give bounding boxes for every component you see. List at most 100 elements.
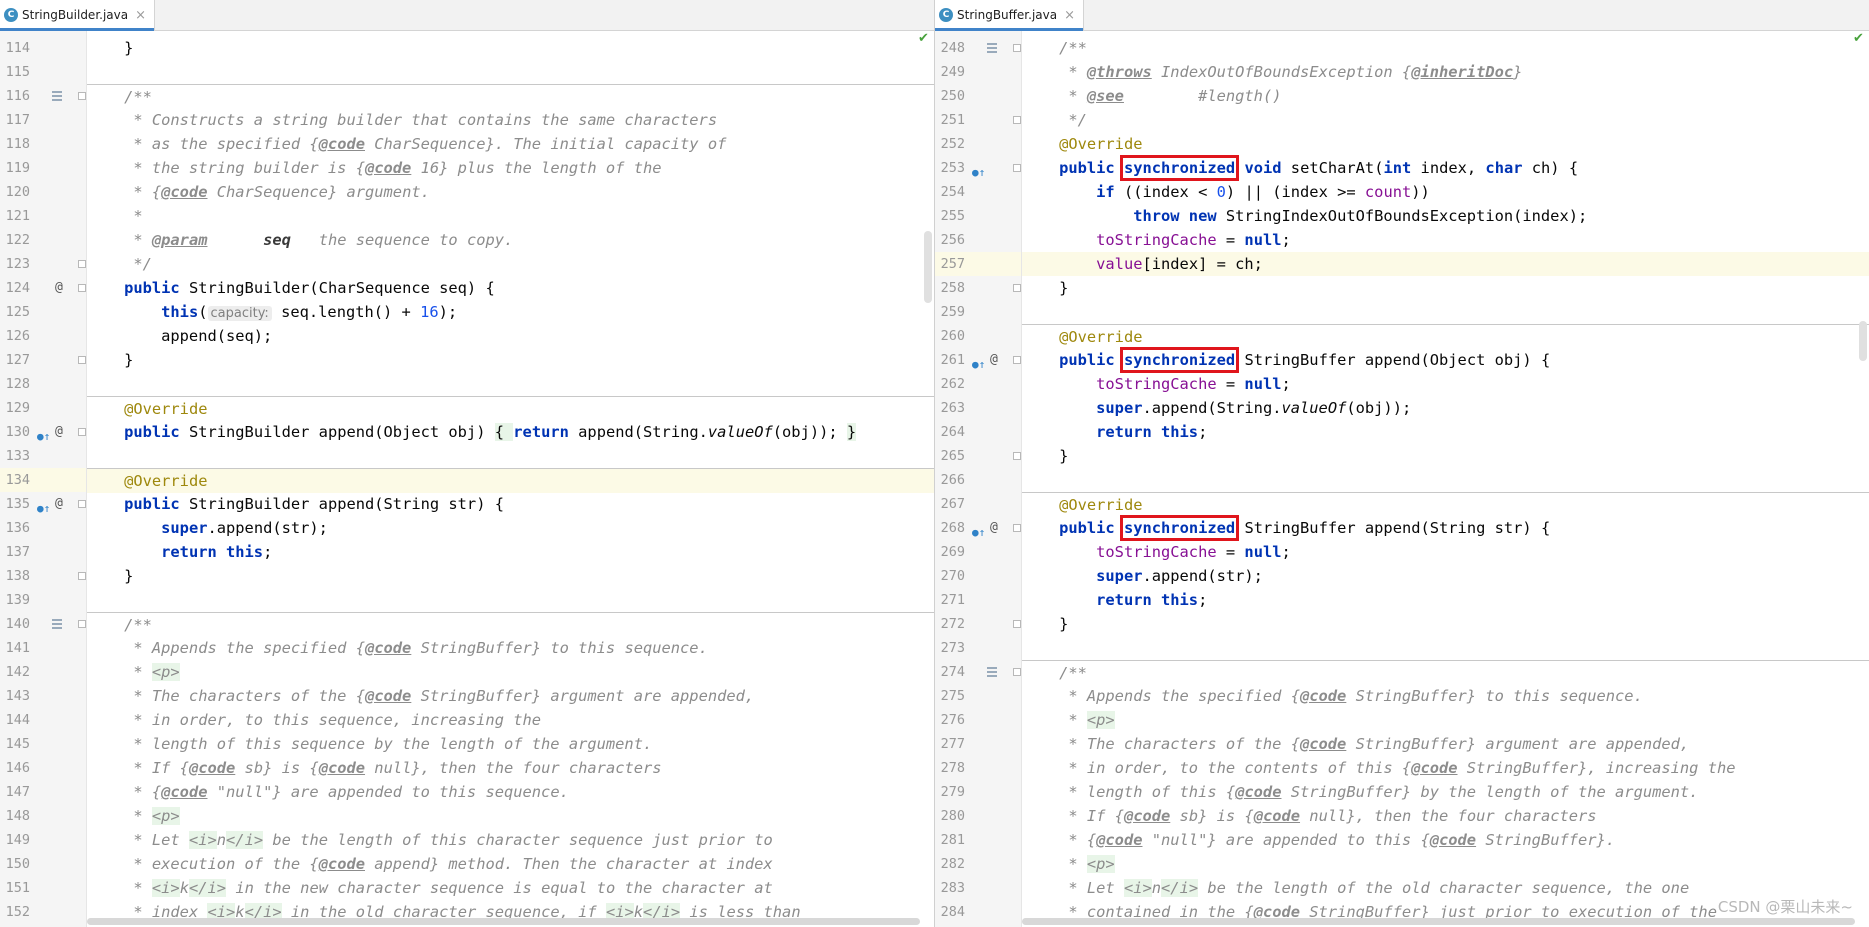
code-line[interactable]: return this;: [1022, 420, 1869, 444]
tab-stringbuilder-java[interactable]: C StringBuilder.java ×: [0, 0, 156, 31]
line-number[interactable]: 150: [0, 852, 30, 876]
line-number[interactable]: 124: [0, 276, 30, 300]
line-number[interactable]: 139: [0, 588, 30, 612]
line-number[interactable]: 149: [0, 828, 30, 852]
fold-toggle-icon[interactable]: [1013, 356, 1021, 364]
code-line[interactable]: }: [87, 564, 934, 588]
line-number[interactable]: 147: [0, 780, 30, 804]
code-line[interactable]: * <p>: [87, 660, 934, 684]
line-number[interactable]: 254: [935, 180, 965, 204]
code-line[interactable]: value[index] = ch;: [1022, 252, 1869, 276]
code-line[interactable]: @Override: [1022, 492, 1869, 517]
line-number[interactable]: 284: [935, 900, 965, 924]
line-number[interactable]: 250: [935, 84, 965, 108]
line-number[interactable]: 252: [935, 132, 965, 156]
code-line[interactable]: * Constructs a string builder that conta…: [87, 108, 934, 132]
code-line[interactable]: this(capacity: seq.length() + 16);: [87, 300, 934, 324]
code-line[interactable]: }: [87, 36, 934, 60]
code-line[interactable]: * If {@code sb} is {@code null}, then th…: [87, 756, 934, 780]
line-number[interactable]: 117: [0, 108, 30, 132]
code-line[interactable]: * {@code "null"} are appended to this {@…: [1022, 828, 1869, 852]
code-line[interactable]: * <p>: [87, 804, 934, 828]
render-doc-icon[interactable]: [987, 43, 997, 53]
line-number[interactable]: 256: [935, 228, 965, 252]
line-number[interactable]: 144: [0, 708, 30, 732]
code-line[interactable]: super.append(str);: [1022, 564, 1869, 588]
fold-toggle-icon[interactable]: [78, 284, 86, 292]
line-number[interactable]: 278: [935, 756, 965, 780]
code-line[interactable]: * <p>: [1022, 852, 1869, 876]
line-number[interactable]: 142: [0, 660, 30, 684]
line-number[interactable]: 141: [0, 636, 30, 660]
line-number[interactable]: 277: [935, 732, 965, 756]
fold-toggle-icon[interactable]: [1013, 116, 1021, 124]
code-line[interactable]: /**: [87, 612, 934, 637]
code-line[interactable]: public synchronized void setCharAt(int i…: [1022, 155, 1869, 181]
line-number[interactable]: 137: [0, 540, 30, 564]
line-number[interactable]: 120: [0, 180, 30, 204]
line-number[interactable]: 130: [0, 420, 30, 444]
line-number[interactable]: 260: [935, 324, 965, 348]
code-line[interactable]: [87, 60, 934, 84]
code-line[interactable]: public StringBuilder(CharSequence seq) {: [87, 276, 934, 300]
line-number[interactable]: 114: [0, 36, 30, 60]
fold-toggle-icon[interactable]: [1013, 668, 1021, 676]
horizontal-scrollbar[interactable]: [1022, 918, 1855, 925]
line-number[interactable]: 140: [0, 612, 30, 636]
code-line[interactable]: * length of this sequence by the length …: [87, 732, 934, 756]
code-line[interactable]: * <i>k</i> in the new character sequence…: [87, 876, 934, 900]
fold-toggle-icon[interactable]: [78, 428, 86, 436]
fold-toggle-icon[interactable]: [1013, 452, 1021, 460]
line-number[interactable]: 282: [935, 852, 965, 876]
code-line[interactable]: * {@code "null"} are appended to this se…: [87, 780, 934, 804]
line-number[interactable]: 138: [0, 564, 30, 588]
code-line[interactable]: return this;: [87, 540, 934, 564]
line-number[interactable]: 280: [935, 804, 965, 828]
line-number[interactable]: 135: [0, 492, 30, 516]
code-line[interactable]: public synchronized StringBuffer append(…: [1022, 515, 1869, 541]
code-line[interactable]: [1022, 468, 1869, 492]
code-line[interactable]: }: [1022, 612, 1869, 636]
line-number[interactable]: 249: [935, 60, 965, 84]
line-number[interactable]: 129: [0, 396, 30, 420]
line-number[interactable]: 116: [0, 84, 30, 108]
fold-toggle-icon[interactable]: [78, 620, 86, 628]
line-number[interactable]: 263: [935, 396, 965, 420]
fold-toggle-icon[interactable]: [1013, 524, 1021, 532]
code-line[interactable]: * Let <i>n</i> be the length of this cha…: [87, 828, 934, 852]
code-line[interactable]: * {@code CharSequence} argument.: [87, 180, 934, 204]
annotation-icon[interactable]: @: [990, 516, 998, 540]
code-line[interactable]: @Override: [1022, 324, 1869, 349]
line-number[interactable]: 119: [0, 156, 30, 180]
tab-stringbuffer-java[interactable]: C StringBuffer.java ×: [935, 0, 1084, 31]
code-line[interactable]: throw new StringIndexOutOfBoundsExceptio…: [1022, 204, 1869, 228]
annotation-icon[interactable]: @: [55, 492, 63, 516]
code-line[interactable]: * in order, to this sequence, increasing…: [87, 708, 934, 732]
line-number[interactable]: 261: [935, 348, 965, 372]
line-number[interactable]: 148: [0, 804, 30, 828]
line-number[interactable]: 281: [935, 828, 965, 852]
code-line[interactable]: [87, 372, 934, 396]
code-line[interactable]: [1022, 300, 1869, 324]
line-number[interactable]: 127: [0, 348, 30, 372]
fold-toggle-icon[interactable]: [1013, 44, 1021, 52]
fold-toggle-icon[interactable]: [1013, 284, 1021, 292]
line-number[interactable]: 118: [0, 132, 30, 156]
line-number[interactable]: 145: [0, 732, 30, 756]
line-number[interactable]: 259: [935, 300, 965, 324]
code-line[interactable]: /**: [1022, 660, 1869, 685]
code-area[interactable]: } /** * Constructs a string builder that…: [87, 31, 934, 927]
line-number[interactable]: 126: [0, 324, 30, 348]
code-line[interactable]: */: [87, 252, 934, 276]
line-number[interactable]: 125: [0, 300, 30, 324]
code-line[interactable]: * length of this {@code StringBuffer} by…: [1022, 780, 1869, 804]
line-number[interactable]: 265: [935, 444, 965, 468]
code-line[interactable]: return this;: [1022, 588, 1869, 612]
code-line[interactable]: * as the specified {@code CharSequence}.…: [87, 132, 934, 156]
annotation-icon[interactable]: @: [55, 276, 63, 300]
line-number[interactable]: 115: [0, 60, 30, 84]
line-number[interactable]: 275: [935, 684, 965, 708]
line-number[interactable]: 128: [0, 372, 30, 396]
vertical-scrollbar[interactable]: [924, 231, 932, 303]
fold-toggle-icon[interactable]: [78, 572, 86, 580]
